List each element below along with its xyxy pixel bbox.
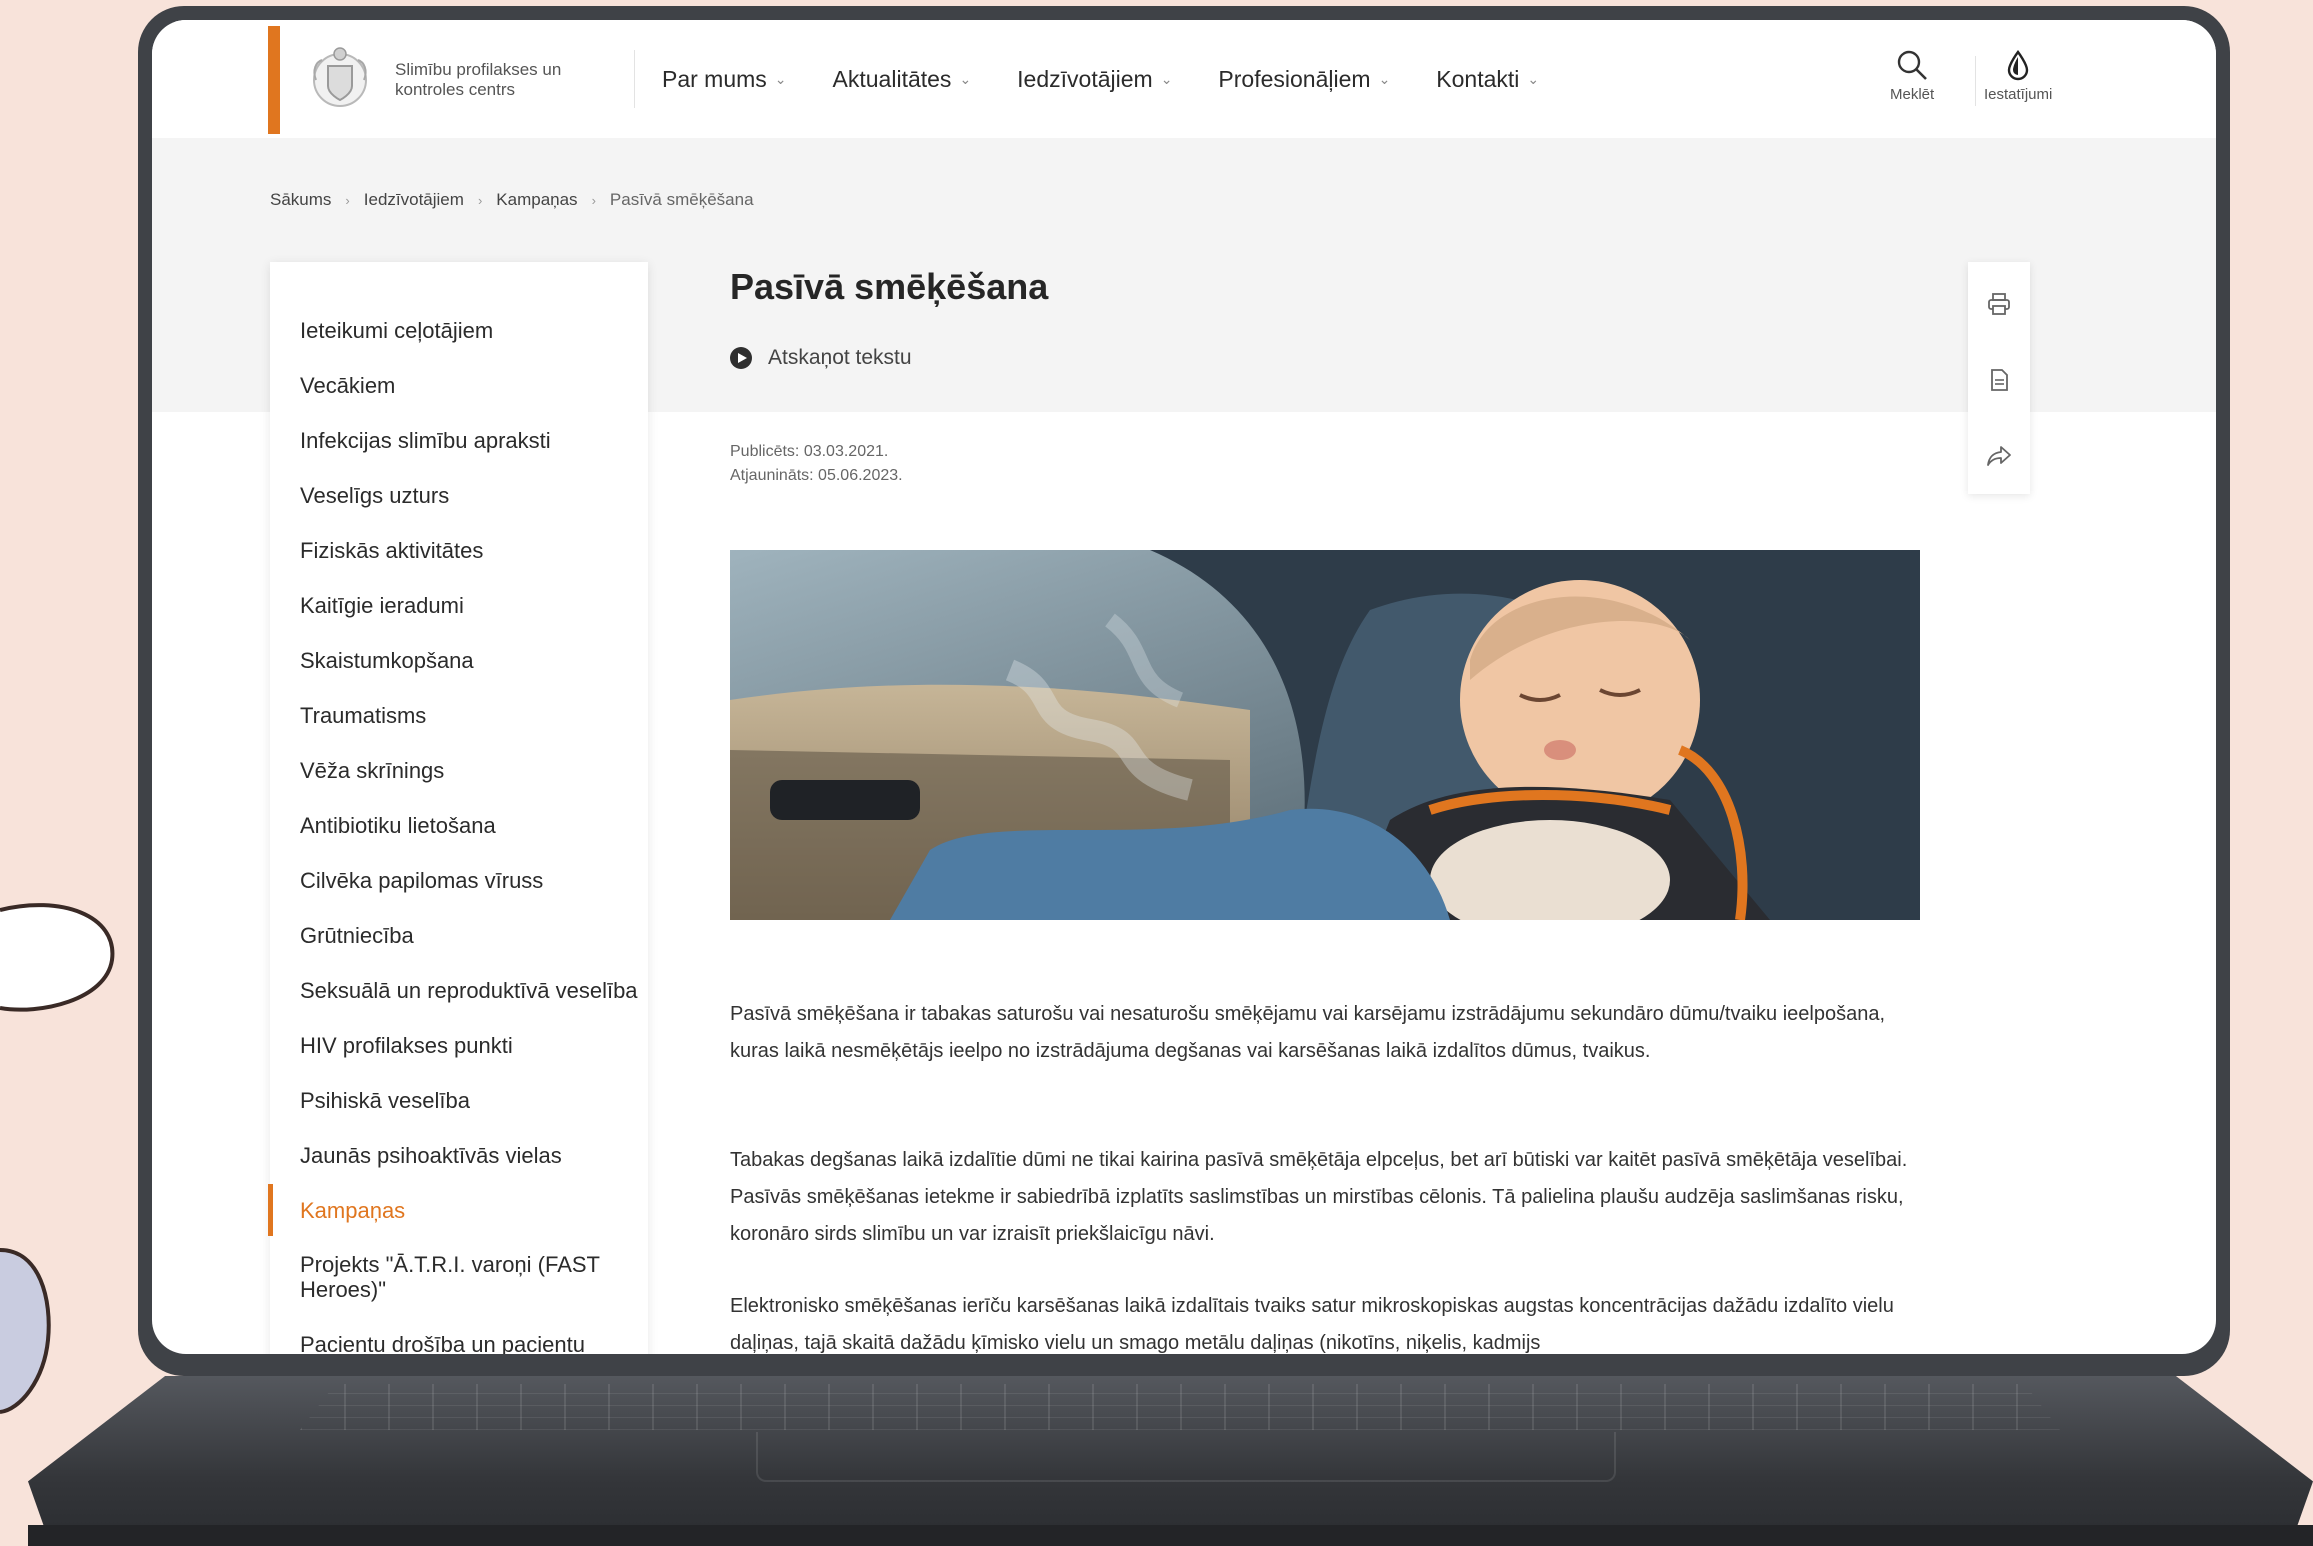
chevron-down-icon: ⌄ [1527, 71, 1540, 87]
chevron-down-icon: ⌄ [774, 71, 787, 87]
drop-icon [2007, 49, 2029, 81]
sidebar-item[interactable]: Antibiotiku lietošana [300, 813, 640, 838]
print-button[interactable] [1968, 274, 2030, 334]
chevron-down-icon: ⌄ [1378, 71, 1391, 87]
sidebar-item[interactable]: Ieteikumi ceļotājiem [300, 318, 640, 343]
sidebar-item[interactable]: Traumatisms [300, 703, 640, 728]
breadcrumb-current: Pasīvā smēķēšana [609, 190, 754, 209]
main-nav: Par mums ⌄ Aktualitātes ⌄ Iedzīvotājiem ⌄ P… [662, 66, 1585, 93]
breadcrumb-link[interactable]: Kampaņas [496, 190, 577, 210]
published-date: Publicēts: 03.03.2021. [730, 443, 889, 460]
nav-par-mums[interactable]: Par mums ⌄ [662, 66, 787, 93]
chevron-down-icon: ⌄ [959, 71, 972, 87]
breadcrumb: Sākums › Iedzīvotājiem › Kampaņas › Pasī… [270, 190, 754, 210]
breadcrumb-link[interactable]: Sākums [270, 190, 331, 210]
nav-profesionaljiem[interactable]: Profesionāļiem ⌄ [1218, 66, 1390, 93]
sidebar-item[interactable]: Fiziskās aktivitātes [300, 538, 640, 563]
nav-label: Iedzīvotājiem [1017, 66, 1153, 92]
search-icon [1897, 50, 1928, 80]
laptop-base-edge [28, 1525, 2313, 1546]
updated-date: Atjaunināts: 05.06.2023. [730, 467, 903, 484]
coat-of-arms-logo[interactable] [302, 40, 378, 116]
sidebar-item[interactable]: Jaunās psihoaktīvās vielas [300, 1143, 640, 1168]
share-button[interactable] [1968, 426, 2030, 486]
play-icon [730, 347, 752, 369]
nav-divider [634, 50, 635, 108]
browser-screen: Slimību profilakses un kontroles centrs … [152, 20, 2216, 1354]
search-label: Meklēt [1890, 86, 1935, 103]
decorative-leaf-doodle [0, 903, 115, 1012]
sidebar-item[interactable]: Skaistumkopšana [300, 648, 640, 673]
sidebar-item[interactable]: Psihiskā veselība [300, 1088, 640, 1113]
sidebar-item-active[interactable]: Kampaņas [300, 1198, 640, 1223]
nav-label: Profesionāļiem [1218, 66, 1371, 92]
laptop-touchpad [756, 1432, 1616, 1482]
sidebar-item[interactable]: Vecākiem [300, 373, 640, 398]
nav-label: Par mums [662, 66, 767, 92]
print-icon [1988, 293, 2010, 315]
document-button[interactable] [1968, 350, 2030, 410]
sidebar-item[interactable]: Grūtniecība [300, 923, 640, 948]
chevron-right-icon: › [477, 192, 483, 208]
settings-label: Iestatījumi [1984, 86, 2053, 103]
nav-iedzivotajiem[interactable]: Iedzīvotājiem ⌄ [1017, 66, 1172, 93]
listen-label: Atskaņot tekstu [768, 346, 912, 369]
sidebar-item[interactable]: Projekts "Ā.T.R.I. varoņi (FAST Heroes)" [300, 1252, 640, 1302]
breadcrumb-link[interactable]: Iedzīvotājiem [364, 190, 464, 210]
settings-button[interactable]: Iestatījumi [1984, 48, 2052, 103]
decorative-blob-doodle [0, 1248, 51, 1414]
sidebar-item[interactable]: HIV profilakses punkti [300, 1033, 640, 1058]
article-meta: Publicēts: 03.03.2021. Atjaunināts: 05.0… [730, 440, 903, 488]
sidebar: Ieteikumi ceļotājiem Vecākiem Infekcijas… [268, 262, 648, 1354]
hero-image [730, 550, 1920, 920]
listen-button[interactable]: Atskaņot tekstu [730, 346, 912, 370]
document-icon [1991, 369, 2008, 391]
search-button[interactable]: Meklēt [1890, 48, 1934, 103]
sidebar-item[interactable]: Infekcijas slimību apraksti [300, 428, 640, 453]
org-name: Slimību profilakses un kontroles centrs [395, 60, 562, 99]
sidebar-item[interactable]: Pacientu drošība un pacientu pieredzes m… [300, 1332, 640, 1354]
page-title: Pasīvā smēķēšana [730, 266, 1049, 307]
share-icon [1987, 446, 2011, 466]
sidebar-item[interactable]: Veselīgs uzturs [300, 483, 640, 508]
article-paragraph: Tabakas degšanas laikā izdalītie dūmi ne… [730, 1149, 1908, 1245]
nav-aktualitates[interactable]: Aktualitātes ⌄ [833, 66, 972, 93]
active-indicator [268, 1184, 273, 1236]
header-tool-divider [1975, 56, 1976, 106]
chevron-down-icon: ⌄ [1160, 71, 1173, 87]
sidebar-item[interactable]: Vēža skrīnings [300, 758, 640, 783]
nav-label: Aktualitātes [832, 66, 952, 92]
sidebar-item[interactable]: Cilvēka papilomas vīruss [300, 868, 640, 893]
nav-label: Kontakti [1436, 66, 1520, 92]
article-tools [1968, 262, 2030, 494]
baby-in-car-seat-illustration [730, 550, 1920, 920]
sidebar-item[interactable]: Kaitīgie ieradumi [300, 593, 640, 618]
site-header: Slimību profilakses un kontroles centrs … [152, 20, 2216, 139]
nav-kontakti[interactable]: Kontakti ⌄ [1436, 66, 1539, 93]
brand-accent-bar [268, 26, 280, 134]
article-paragraph: Elektronisko smēķēšanas ierīču karsēšana… [730, 1295, 1894, 1354]
article-paragraph: Pasīvā smēķēšana ir tabakas saturošu vai… [730, 1003, 1886, 1062]
sidebar-item[interactable]: Seksuālā un reproduktīvā veselība [300, 978, 640, 1003]
chevron-right-icon: › [591, 192, 596, 208]
chevron-right-icon: › [345, 192, 350, 208]
laptop-keyboard [300, 1384, 2060, 1430]
